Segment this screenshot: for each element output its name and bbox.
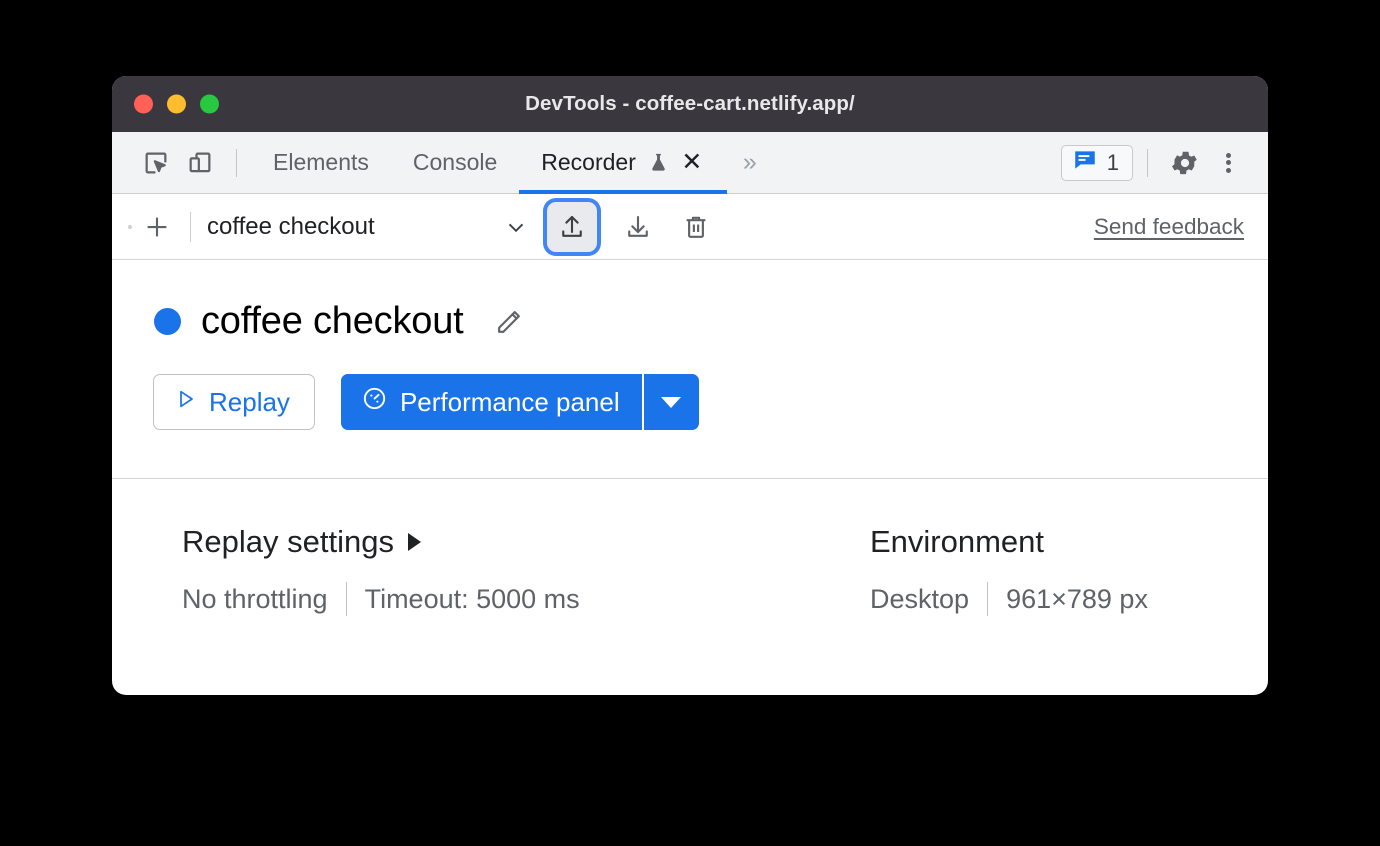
traffic-lights [134, 94, 219, 114]
environment-device: Desktop [870, 583, 970, 614]
recorder-toolbar: coffee checkout Send feedback [112, 194, 1268, 260]
play-icon [174, 387, 198, 418]
tab-recorder-label: Recorder [541, 149, 636, 175]
toolbar-divider [190, 211, 191, 242]
inspect-element-icon[interactable] [134, 141, 178, 185]
tabbar-right-divider [1147, 148, 1148, 177]
issues-count: 1 [1106, 149, 1119, 175]
kebab-menu-icon[interactable] [1208, 141, 1248, 185]
window-title: DevTools - coffee-cart.netlify.app/ [525, 92, 855, 115]
close-window-button[interactable] [134, 94, 153, 114]
recorder-body: coffee checkout Replay Performance panel… [112, 260, 1268, 616]
performance-panel-button[interactable]: Performance panel [340, 374, 642, 430]
issues-icon [1072, 147, 1098, 178]
settings-section: Replay settings No throttling Timeout: 5… [112, 479, 1268, 616]
recording-selector[interactable]: coffee checkout [207, 213, 533, 241]
tabbar-divider [236, 148, 237, 177]
recording-title: coffee checkout [201, 300, 464, 342]
summary-divider [345, 582, 347, 616]
expander-triangle-icon [407, 533, 421, 551]
replay-button[interactable]: Replay [153, 374, 315, 430]
environment-column: Environment Desktop 961×789 px [812, 524, 1148, 616]
tab-recorder[interactable]: Recorder ✕ [519, 132, 727, 194]
tab-console-label: Console [412, 149, 498, 175]
window-titlebar: DevTools - coffee-cart.netlify.app/ [112, 76, 1268, 132]
close-recorder-tab-icon[interactable]: ✕ [679, 150, 705, 176]
performance-panel-dropdown-button[interactable] [643, 374, 699, 430]
zoom-window-button[interactable] [200, 94, 219, 114]
recording-header: coffee checkout [112, 260, 1268, 343]
add-recording-button[interactable] [136, 206, 178, 248]
throttling-value: No throttling [182, 583, 328, 614]
import-recording-button[interactable] [547, 201, 597, 252]
performance-panel-label: Performance panel [399, 386, 620, 417]
recording-selector-value: coffee checkout [207, 212, 375, 240]
issues-button[interactable]: 1 [1060, 144, 1133, 181]
gear-icon[interactable] [1162, 141, 1208, 185]
export-recording-button[interactable] [613, 202, 663, 252]
environment-title: Environment [870, 524, 1148, 560]
environment-divider [987, 582, 989, 616]
performance-gauge-icon [361, 385, 388, 419]
replay-settings-label: Replay settings [182, 524, 394, 559]
tab-elements[interactable]: Elements [251, 132, 391, 194]
tabbar-right-group: 1 [1060, 141, 1268, 185]
delete-recording-button[interactable] [671, 202, 721, 252]
tab-console[interactable]: Console [391, 132, 519, 194]
recording-status-dot [154, 308, 181, 335]
replay-settings-summary: No throttling Timeout: 5000 ms [182, 582, 812, 616]
devtools-window: DevTools - coffee-cart.netlify.app/ Elem… [112, 76, 1268, 695]
chevron-down-icon [503, 214, 529, 240]
replay-settings-column: Replay settings No throttling Timeout: 5… [112, 524, 812, 616]
tab-elements-label: Elements [273, 149, 369, 175]
pencil-icon[interactable] [489, 302, 529, 342]
send-feedback-link[interactable]: Send feedback [1094, 214, 1244, 240]
devtools-tabbar: Elements Console Recorder ✕ » 1 [112, 132, 1268, 194]
timeout-value: Timeout: 5000 ms [364, 583, 580, 614]
device-toolbar-icon[interactable] [178, 141, 222, 185]
experimental-flask-icon [647, 151, 670, 174]
minimize-window-button[interactable] [167, 94, 186, 114]
more-tabs-icon[interactable]: » [727, 148, 771, 177]
environment-summary: Desktop 961×789 px [870, 582, 1148, 616]
recording-actions: Replay Performance panel [112, 343, 1268, 430]
performance-panel-button-group: Performance panel [340, 374, 699, 430]
screenshot-root: DevTools - coffee-cart.netlify.app/ Elem… [0, 0, 1380, 846]
replay-settings-toggle[interactable]: Replay settings [182, 524, 812, 560]
environment-label: Environment [870, 524, 1045, 559]
environment-viewport: 961×789 px [1006, 583, 1148, 614]
replay-button-label: Replay [209, 386, 290, 417]
chevron-down-icon [661, 396, 682, 408]
